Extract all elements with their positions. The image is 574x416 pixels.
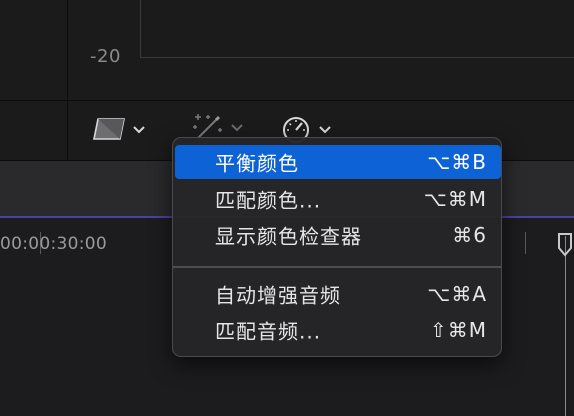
menu-item-match-audio[interactable]: 匹配音频... ⇧⌘M	[173, 313, 501, 347]
menu-item-match-color[interactable]: 匹配颜色... ⌥⌘M	[173, 182, 501, 216]
menu-item-shortcut: ⌘6	[452, 223, 487, 247]
menu-item-label: 匹配颜色...	[215, 188, 322, 213]
menu-item-label: 匹配音频...	[215, 319, 322, 344]
color-board-icon	[92, 116, 126, 146]
menu-item-balance-color[interactable]: 平衡颜色 ⌥⌘B	[175, 145, 501, 179]
menu-item-label: 平衡颜色	[215, 151, 299, 176]
chevron-down-icon	[132, 121, 146, 139]
menu-item-shortcut: ⌥⌘M	[423, 187, 487, 211]
menu-item-label: 自动增强音频	[215, 283, 341, 308]
timeline-ruler-tick	[525, 232, 526, 254]
playhead-line	[565, 236, 566, 416]
menu-item-shortcut: ⌥⌘B	[427, 150, 487, 174]
menu-item-show-color-inspector[interactable]: 显示颜色检查器 ⌘6	[173, 218, 501, 252]
menu-item-shortcut: ⌥⌘A	[427, 282, 487, 306]
menu-item-auto-enhance-audio[interactable]: 自动增强音频 ⌥⌘A	[173, 277, 501, 311]
color-board-menu-button[interactable]	[92, 116, 146, 146]
app-window: -20 00:00:30:00 平衡颜色 ⌥⌘B 匹配颜色... ⌥⌘M 显示颜…	[0, 0, 574, 416]
menu-item-shortcut: ⇧⌘M	[429, 318, 487, 342]
timeline-timecode: 00:00:30:00	[0, 234, 108, 254]
scope-scale-label: -20	[90, 46, 121, 67]
enhance-popup-menu: 平衡颜色 ⌥⌘B 匹配颜色... ⌥⌘M 显示颜色检查器 ⌘6 自动增强音频 ⌥…	[172, 137, 502, 357]
chevron-down-icon	[230, 119, 244, 137]
menu-item-label: 显示颜色检查器	[215, 224, 362, 249]
playhead-handle[interactable]	[557, 232, 573, 258]
scope-graph	[140, 0, 574, 58]
menu-separator	[173, 266, 501, 268]
video-scope-panel: -20	[0, 0, 574, 100]
scope-side-panel	[0, 0, 68, 160]
